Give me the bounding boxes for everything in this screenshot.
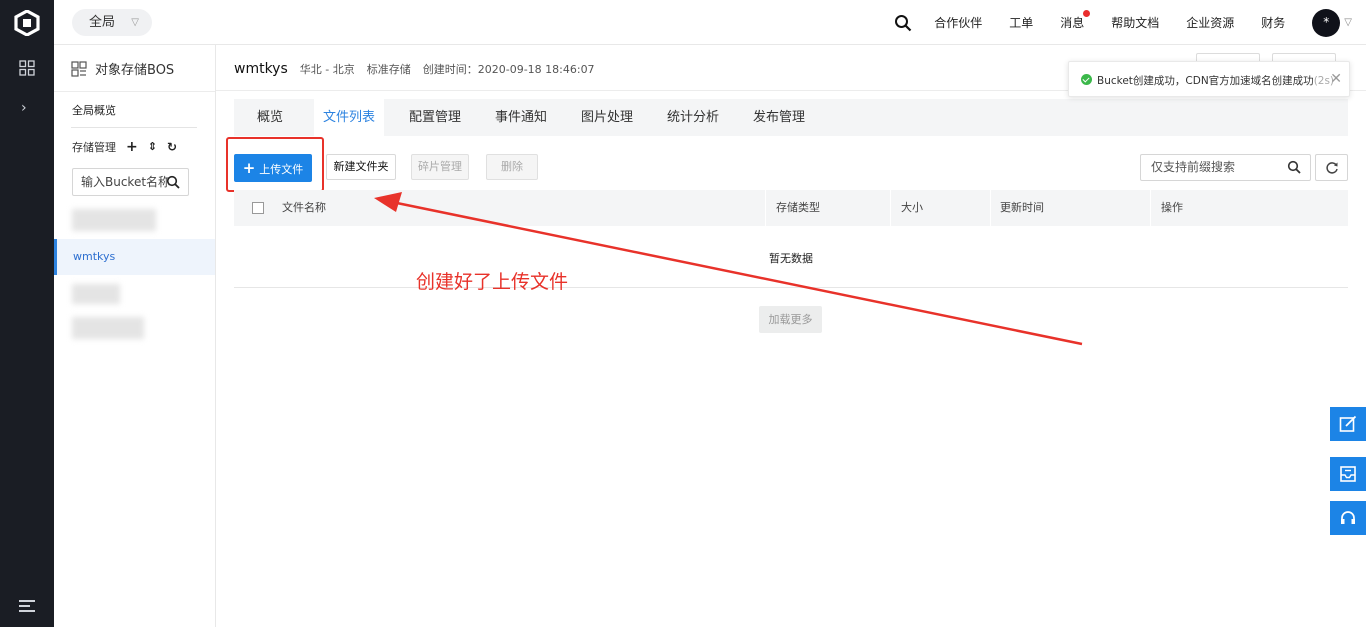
add-bucket-icon[interactable]: + [126, 140, 138, 154]
search-icon[interactable] [166, 175, 180, 189]
annotation-text: 创建好了上传文件 [416, 271, 569, 293]
region-label: 全局 [89, 15, 116, 30]
nav-enterprise-resources[interactable]: 企业资源 [1186, 14, 1234, 31]
bucket-name: wmtkys [234, 61, 288, 77]
toast-message: Bucket创建成功，CDN官方加速域名创建成功(2s) [1097, 73, 1334, 88]
delete-button[interactable]: 删除 [486, 154, 538, 180]
column-size: 大小 [901, 201, 923, 214]
unread-badge [1083, 10, 1091, 17]
sort-icon[interactable]: ⇕ [148, 141, 157, 153]
load-more-button[interactable]: 加载更多 [759, 306, 822, 333]
bucket-region: 华北 - 北京 [299, 63, 355, 76]
nav-partners[interactable]: 合作伙伴 [934, 14, 982, 31]
upload-label: 上传文件 [259, 163, 304, 176]
avatar[interactable]: * [1312, 8, 1341, 37]
storage-management-header: 存储管理 + ⇕ ↻ [72, 139, 177, 155]
expand-chevron-icon[interactable]: › [21, 100, 27, 116]
nav-tickets[interactable]: 工单 [1009, 14, 1033, 31]
column-divider [990, 190, 991, 226]
tab-image-process[interactable]: 图片处理 [570, 99, 644, 136]
refresh-icon[interactable]: ↻ [167, 141, 177, 153]
tab-config[interactable]: 配置管理 [398, 99, 472, 136]
region-selector[interactable]: 全局 ▽ [72, 9, 152, 36]
redacted-bucket[interactable] [72, 209, 156, 231]
fragment-manage-button[interactable]: 碎片管理 [411, 154, 469, 180]
empty-text: 暂无数据 [769, 252, 813, 265]
product-sidebar: 对象存储BOS 全局概览 存储管理 + ⇕ ↻ 输入Bucket名称 wmtky… [54, 45, 216, 627]
storage-label: 存储管理 [72, 141, 116, 154]
success-toast: Bucket创建成功，CDN官方加速域名创建成功(2s) ✕ [1068, 61, 1350, 97]
product-title: 对象存储BOS [71, 59, 174, 78]
top-nav: 合作伙伴 工单 消息 帮助文档 企业资源 财务 * ▽ [894, 0, 1366, 45]
nav-help-docs[interactable]: 帮助文档 [1111, 14, 1159, 31]
tab-statistics[interactable]: 统计分析 [656, 99, 730, 136]
edit-icon [1339, 415, 1357, 432]
column-divider [765, 190, 766, 226]
chevron-down-icon: ▽ [131, 17, 139, 28]
tab-overview[interactable]: 概览 [234, 99, 306, 136]
search-icon[interactable] [1287, 160, 1301, 174]
nav-finance[interactable]: 财务 [1261, 14, 1285, 31]
console-app: › 全局 ▽ 合作伙伴 工单 消息 帮助文档 企业资源 财务 * ▽ 对象存储B… [0, 0, 1366, 627]
divider [54, 91, 215, 92]
redacted-bucket[interactable] [72, 284, 120, 304]
cloud-logo-icon[interactable] [14, 10, 40, 36]
product-grid-icon[interactable] [19, 60, 35, 76]
bucket-item-label: wmtkys [73, 250, 116, 263]
bucket-tabs: 概览 文件列表 配置管理 事件通知 图片处理 统计分析 发布管理 [234, 99, 1348, 136]
toast-message-text: Bucket创建成功，CDN官方加速域名创建成功 [1097, 75, 1314, 87]
bucket-storage-class: 标准存储 [366, 63, 411, 76]
tab-file-list[interactable]: 文件列表 [314, 99, 384, 136]
feedback-button[interactable] [1330, 407, 1366, 441]
main-content: wmtkys 华北 - 北京 标准存储 创建时间：2020-09-18 18:4… [216, 45, 1366, 627]
column-divider [1150, 190, 1151, 226]
bucket-created-time: 创建时间：2020-09-18 18:46:07 [422, 63, 595, 76]
column-actions: 操作 [1161, 201, 1183, 214]
close-icon[interactable]: ✕ [1330, 71, 1342, 87]
nav-messages-label: 消息 [1060, 16, 1085, 30]
column-divider [890, 190, 891, 226]
search-icon[interactable] [894, 14, 912, 32]
column-updated-time: 更新时间 [1000, 201, 1044, 214]
tab-publish[interactable]: 发布管理 [742, 99, 816, 136]
product-name: 对象存储BOS [95, 63, 175, 78]
headset-icon [1341, 511, 1355, 524]
inbox-icon [1340, 466, 1356, 482]
refresh-button[interactable] [1315, 154, 1348, 181]
plus-icon: + [242, 159, 256, 177]
sidebar-item-overview[interactable]: 全局概览 [72, 102, 116, 118]
table-empty-row: 暂无数据 [234, 226, 1348, 288]
customer-service-button[interactable] [1330, 501, 1366, 535]
select-all-checkbox[interactable] [252, 202, 264, 214]
tab-event-notify[interactable]: 事件通知 [484, 99, 558, 136]
inbox-button[interactable] [1330, 457, 1366, 491]
prefix-search-input[interactable]: 仅支持前缀搜索 [1140, 154, 1311, 181]
new-folder-button[interactable]: 新建文件夹 [326, 154, 396, 180]
layout-icon [71, 60, 87, 77]
top-header: 全局 ▽ 合作伙伴 工单 消息 帮助文档 企业资源 财务 * ▽ [54, 0, 1366, 45]
chevron-down-icon[interactable]: ▽ [1344, 17, 1352, 28]
bucket-header: wmtkys 华北 - 北京 标准存储 创建时间：2020-09-18 18:4… [234, 61, 607, 77]
global-rail: › [0, 0, 54, 627]
success-check-icon [1081, 74, 1092, 85]
divider [71, 127, 197, 128]
nav-messages[interactable]: 消息 [1060, 10, 1091, 31]
bucket-item-active[interactable]: wmtkys [54, 239, 215, 275]
column-storage-type: 存储类型 [776, 201, 820, 214]
column-file-name: 文件名称 [282, 201, 326, 214]
menu-collapse-icon[interactable] [18, 598, 36, 614]
table-header: 文件名称 存储类型 大小 更新时间 操作 [234, 190, 1348, 226]
refresh-icon [1326, 162, 1338, 174]
redacted-bucket[interactable] [72, 317, 144, 339]
upload-file-button[interactable]: + 上传文件 [234, 154, 312, 182]
